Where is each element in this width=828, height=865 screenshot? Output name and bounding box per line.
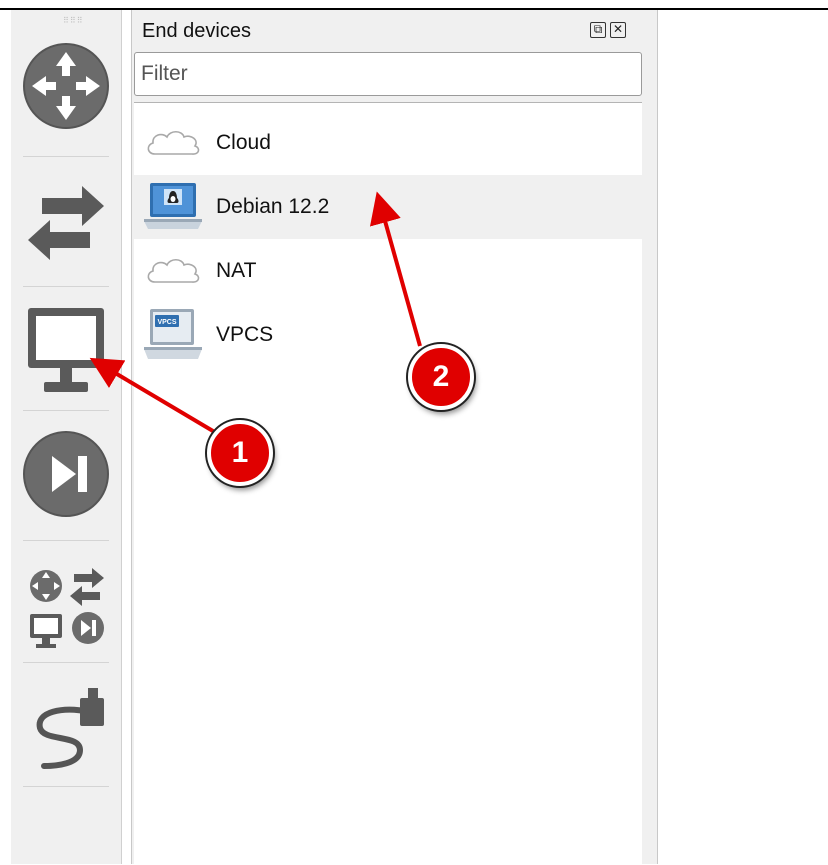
toolbar-separator [23, 786, 109, 787]
debian-laptop-icon [144, 183, 202, 229]
add-link-button[interactable] [11, 670, 121, 782]
skip-forward-icon [23, 431, 109, 517]
security-devices-category-button[interactable] [11, 418, 121, 530]
list-item-label: Cloud [216, 131, 271, 154]
list-item-vpcs[interactable]: VPCS VPCS [134, 303, 642, 367]
toolbar-separator [23, 156, 109, 157]
close-icon[interactable]: ✕ [610, 22, 626, 38]
cable-icon [36, 688, 104, 769]
end-devices-category-button[interactable] [11, 294, 121, 406]
filter-input[interactable] [134, 52, 642, 96]
list-item-debian[interactable]: Debian 12.2 [134, 175, 642, 239]
list-item-label: VPCS [216, 323, 274, 346]
cloud-icon [147, 258, 200, 283]
annotation-badge-2: 2 [408, 344, 474, 410]
list-item-label: NAT [216, 259, 257, 282]
all-devices-category-button[interactable] [11, 550, 121, 662]
device-toolbar: ⠿⠿⠿ [11, 10, 122, 864]
toolbar-grip[interactable]: ⠿⠿⠿ [63, 16, 84, 25]
router-icon [23, 43, 109, 129]
list-item-label: Debian 12.2 [216, 195, 330, 218]
switch-icon [28, 186, 104, 260]
toolbar-separator [23, 410, 109, 411]
toolbar-separator [23, 286, 109, 287]
monitor-icon [28, 308, 104, 392]
switches-category-button[interactable] [11, 168, 121, 280]
toolbar-separator [23, 540, 109, 541]
toolbar-separator [23, 662, 109, 663]
routers-category-button[interactable] [11, 30, 121, 142]
list-item-cloud[interactable]: Cloud [134, 111, 642, 175]
list-item-nat[interactable]: NAT [134, 239, 642, 303]
device-list: Cloud Debian 12.2 NAT VPCS VPCS [134, 102, 642, 865]
vpcs-laptop-icon: VPCS [144, 309, 202, 359]
cloud-icon [147, 130, 200, 155]
annotation-badge-1: 1 [207, 420, 273, 486]
dock-title: End devices [142, 20, 251, 42]
restore-icon[interactable]: ⧉ [590, 22, 606, 38]
all-devices-icon [30, 568, 104, 648]
vpcs-icon-text: VPCS [157, 319, 176, 326]
